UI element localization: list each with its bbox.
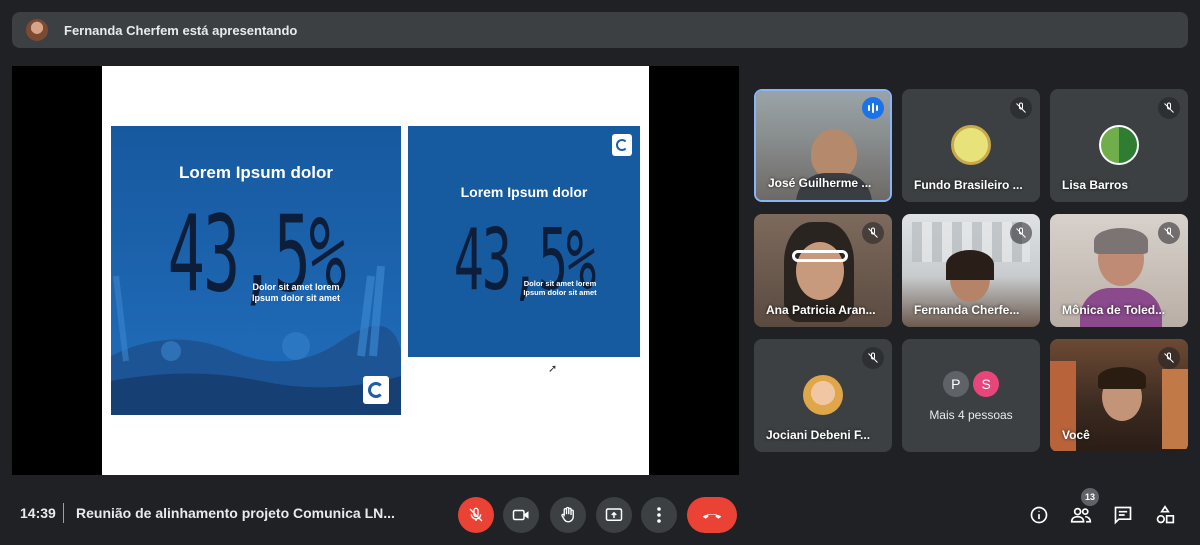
- mic-off-icon: [1158, 97, 1180, 119]
- participant-avatar: [951, 125, 991, 165]
- card-desc-line-1: Dolor sit amet lorem: [523, 279, 597, 288]
- meeting-clock: 14:39: [20, 505, 56, 521]
- info-icon: [1030, 506, 1048, 524]
- participant-letter-avatar: S: [973, 371, 1000, 397]
- mouse-cursor-icon: ➚: [548, 363, 558, 375]
- microphone-toggle-button[interactable]: [458, 497, 494, 533]
- presentation-slide: Lorem Ipsum dolor 43,5% Dolor sit amet l…: [102, 66, 649, 475]
- card-description: Dolor sit amet lorem Ipsum dolor sit ame…: [514, 279, 606, 298]
- meeting-details-button[interactable]: [1026, 502, 1052, 528]
- participant-name: Você: [1062, 428, 1090, 442]
- participant-tile[interactable]: Fundo Brasileiro ...: [902, 89, 1040, 202]
- presenter-avatar: [26, 19, 48, 41]
- mic-off-icon: [862, 222, 884, 244]
- participant-tile-self[interactable]: Você: [1050, 339, 1188, 452]
- participant-name: Fundo Brasileiro ...: [914, 178, 1023, 192]
- hand-icon: [561, 506, 574, 523]
- people-count-badge: 13: [1081, 488, 1099, 506]
- hang-up-icon: [702, 514, 722, 519]
- participant-tile[interactable]: Jociani Debeni F...: [754, 339, 892, 452]
- speaking-indicator-icon: [862, 97, 884, 119]
- participant-name: Fernanda Cherfe...: [914, 303, 1020, 317]
- participant-tile[interactable]: José Guilherme ...: [754, 89, 892, 202]
- presenter-status: Fernanda Cherfem está apresentando: [64, 22, 298, 38]
- card-desc-line-2: Ipsum dolor sit amet: [523, 288, 597, 298]
- participant-letter-avatar: P: [942, 371, 969, 397]
- meeting-title[interactable]: Reunião de alinhamento projeto Comunica …: [76, 505, 395, 521]
- participant-name: Ana Patricia Aran...: [766, 303, 876, 317]
- participant-tile[interactable]: Fernanda Cherfe...: [902, 214, 1040, 327]
- more-options-button[interactable]: [641, 497, 677, 533]
- more-avatars: P S: [902, 371, 1040, 397]
- participant-avatar: [803, 375, 843, 415]
- mic-off-icon: [1158, 222, 1180, 244]
- participant-tile[interactable]: Ana Patricia Aran...: [754, 214, 892, 327]
- more-participants-tile[interactable]: P S Mais 4 pessoas: [902, 339, 1040, 452]
- participant-name: Mônica de Toled...: [1062, 303, 1166, 317]
- activities-button[interactable]: [1152, 502, 1178, 528]
- mic-off-icon: [469, 507, 483, 522]
- camera-toggle-button[interactable]: [503, 497, 539, 533]
- present-screen-button[interactable]: [596, 497, 632, 533]
- participant-name: Jociani Debeni F...: [766, 428, 871, 442]
- camera-icon: [512, 509, 529, 521]
- participant-name: Lisa Barros: [1062, 178, 1129, 192]
- card-desc-line-1: Dolor sit amet lorem: [252, 282, 340, 292]
- leave-call-button[interactable]: [687, 497, 737, 533]
- mic-off-icon: [1010, 97, 1032, 119]
- participant-avatar: [1099, 125, 1139, 165]
- crf-logo: [612, 134, 632, 156]
- raise-hand-button[interactable]: [550, 497, 586, 533]
- crf-logo: [363, 376, 389, 404]
- chat-icon: [1114, 506, 1132, 525]
- presenter-bar: Fernanda Cherfem está apresentando: [12, 12, 1188, 48]
- more-people-label: Mais 4 pessoas: [929, 408, 1013, 422]
- card-title: Lorem Ipsum dolor: [179, 163, 333, 182]
- card-title: Lorem Ipsum dolor: [460, 184, 588, 200]
- people-icon: [1070, 507, 1092, 523]
- participant-tile[interactable]: Mônica de Toled...: [1050, 214, 1188, 327]
- mic-off-icon: [1158, 347, 1180, 369]
- activities-icon: [1156, 505, 1175, 524]
- mic-off-icon: [1010, 222, 1032, 244]
- card-desc-line-2: Ipsum dolor sit amet: [251, 293, 340, 304]
- card-description: Dolor sit amet lorem Ipsum dolor sit ame…: [241, 282, 351, 305]
- slide-card-large: Lorem Ipsum dolor 43,5% Dolor sit amet l…: [111, 126, 401, 415]
- more-vert-icon: [657, 507, 661, 523]
- chat-button[interactable]: [1110, 502, 1136, 528]
- presentation-stage[interactable]: Lorem Ipsum dolor 43,5% Dolor sit amet l…: [12, 66, 739, 475]
- mic-off-icon: [862, 347, 884, 369]
- slide-card-small: Lorem Ipsum dolor 43,5% Dolor sit amet l…: [408, 126, 640, 357]
- divider: [63, 503, 64, 523]
- participant-name: José Guilherme ...: [768, 176, 872, 190]
- participant-tile[interactable]: Lisa Barros: [1050, 89, 1188, 202]
- present-screen-icon: [605, 508, 623, 521]
